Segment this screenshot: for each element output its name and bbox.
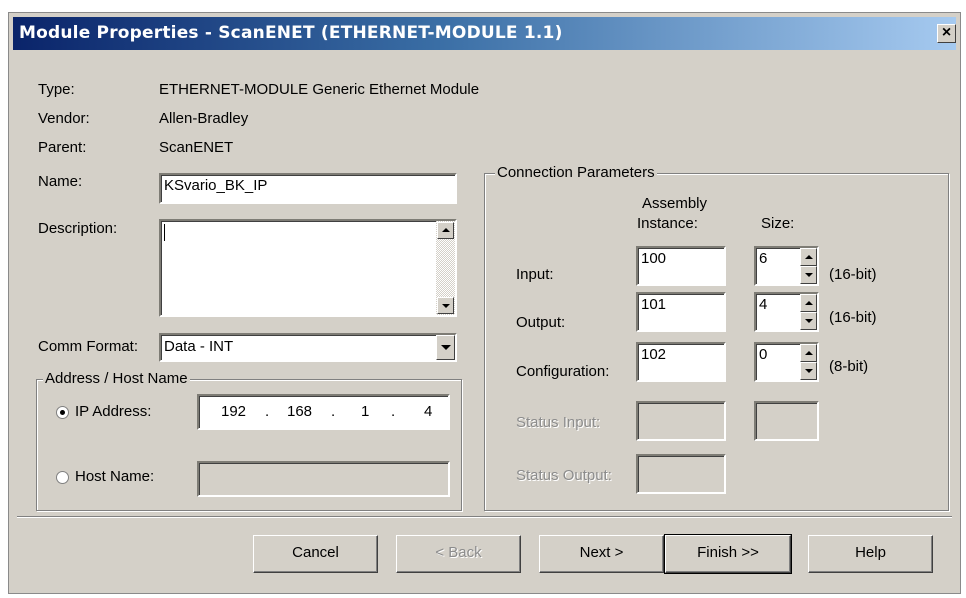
spin-down-icon[interactable]	[800, 362, 817, 380]
status-input-label: Status Input:	[516, 414, 601, 431]
vendor-label: Vendor:	[38, 110, 90, 127]
output-instance-field[interactable]: 101	[636, 292, 726, 332]
ip-octet-1: 192	[221, 403, 247, 420]
separator	[17, 516, 952, 518]
connection-parameters-group: Connection Parameters Assembly Instance:…	[484, 164, 949, 511]
ip-octet-3: 1	[361, 403, 370, 420]
output-size-value: 4	[759, 296, 768, 313]
window-title: Module Properties - ScanENET (ETHERNET-M…	[19, 23, 563, 43]
input-instance-field[interactable]: 100	[636, 246, 726, 286]
configuration-size-spinner[interactable]: 0	[754, 342, 819, 382]
next-button[interactable]: Next >	[539, 535, 664, 573]
description-scrollbar[interactable]	[436, 221, 455, 315]
status-output-field	[636, 454, 726, 494]
host-name-radio[interactable]	[56, 471, 69, 484]
module-properties-dialog: Module Properties - ScanENET (ETHERNET-M…	[8, 12, 961, 594]
configuration-instance-field[interactable]: 102	[636, 342, 726, 382]
description-label: Description:	[38, 220, 118, 237]
scroll-up-button[interactable]	[437, 222, 454, 239]
size-header: Size:	[761, 215, 795, 232]
ip-octet-2: 168	[287, 403, 313, 420]
configuration-label: Configuration:	[516, 363, 610, 380]
cancel-button[interactable]: Cancel	[253, 535, 378, 573]
address-group: Address / Host Name IP Address: 192 . 16…	[36, 370, 462, 511]
comm-format-select[interactable]: Data - INT	[159, 333, 457, 362]
chevron-down-icon	[441, 345, 451, 350]
ip-address-label: IP Address:	[75, 403, 152, 420]
dropdown-button[interactable]	[436, 335, 455, 360]
finish-button[interactable]: Finish >>	[664, 534, 792, 574]
spin-up-icon[interactable]	[800, 344, 817, 362]
parent-label: Parent:	[38, 139, 87, 156]
connection-group-title: Connection Parameters	[495, 164, 657, 181]
comm-format-label: Comm Format:	[38, 338, 139, 355]
input-unit: (16-bit)	[829, 266, 877, 283]
output-size-spinner[interactable]: 4	[754, 292, 819, 332]
status-output-label: Status Output:	[516, 467, 612, 484]
instance-header: Instance:	[637, 215, 698, 232]
output-unit: (16-bit)	[829, 309, 877, 326]
configuration-unit: (8-bit)	[829, 358, 869, 375]
spin-up-icon[interactable]	[800, 248, 817, 266]
input-size-value: 6	[759, 250, 768, 267]
ip-dot: .	[391, 403, 396, 420]
ip-dot: .	[265, 403, 270, 420]
spin-up-icon[interactable]	[800, 294, 817, 312]
host-name-label: Host Name:	[75, 468, 155, 485]
help-button[interactable]: Help	[808, 535, 933, 573]
scroll-down-button[interactable]	[437, 297, 454, 314]
text-cursor	[164, 224, 165, 241]
output-instance-value: 101	[641, 296, 667, 313]
type-value: ETHERNET-MODULE Generic Ethernet Module	[159, 81, 480, 98]
ip-address-input[interactable]: 192 . 168 . 1 . 4	[197, 394, 450, 430]
spin-down-icon[interactable]	[800, 266, 817, 284]
close-icon[interactable]: ×	[937, 24, 956, 43]
ip-dot: .	[331, 403, 336, 420]
address-group-title: Address / Host Name	[43, 370, 190, 387]
spin-down-icon[interactable]	[800, 312, 817, 330]
status-input-size-field	[754, 401, 819, 441]
name-input[interactable]: KSvario_BK_IP	[159, 173, 457, 204]
host-name-input[interactable]	[197, 461, 450, 497]
ip-octet-4: 4	[424, 403, 433, 420]
title-bar[interactable]: Module Properties - ScanENET (ETHERNET-M…	[13, 17, 956, 50]
name-value: KSvario_BK_IP	[164, 177, 268, 194]
type-label: Type:	[38, 81, 75, 98]
configuration-size-value: 0	[759, 346, 768, 363]
name-label: Name:	[38, 173, 83, 190]
status-input-field	[636, 401, 726, 441]
vendor-value: Allen-Bradley	[159, 110, 249, 127]
assembly-header: Assembly	[642, 195, 708, 212]
configuration-instance-value: 102	[641, 346, 667, 363]
input-instance-value: 100	[641, 250, 667, 267]
description-textarea[interactable]	[159, 219, 457, 317]
comm-format-value: Data - INT	[164, 338, 234, 355]
input-size-spinner[interactable]: 6	[754, 246, 819, 286]
ip-address-radio[interactable]	[56, 406, 69, 419]
input-label: Input:	[516, 266, 554, 283]
back-button[interactable]: < Back	[396, 535, 521, 573]
output-label: Output:	[516, 314, 566, 331]
parent-value: ScanENET	[159, 139, 234, 156]
